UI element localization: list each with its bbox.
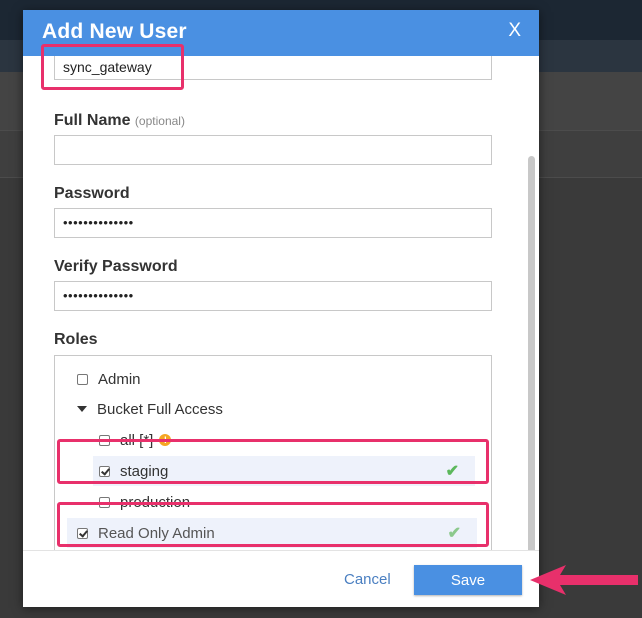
- check-icon: ✔: [445, 463, 459, 480]
- role-label: production: [120, 493, 191, 511]
- dialog-scrollbar[interactable]: [525, 106, 537, 550]
- full-name-label: Full Name (optional): [54, 112, 185, 129]
- role-label: Read Only Admin: [98, 524, 215, 542]
- dialog-footer: Cancel Save: [23, 550, 539, 607]
- add-user-dialog: Add New User X sync_gateway Full Name (o…: [23, 10, 539, 607]
- role-label: Admin: [98, 370, 141, 388]
- scrollbar-thumb[interactable]: [528, 156, 535, 550]
- checkbox-checked-icon[interactable]: [99, 465, 110, 477]
- roles-list: Admin Bucket Full Access all [*] ! stagi…: [54, 355, 492, 550]
- dialog-body: sync_gateway Full Name (optional) Passwo…: [23, 56, 539, 550]
- cancel-button[interactable]: Cancel: [344, 571, 391, 588]
- username-field[interactable]: sync_gateway: [54, 56, 492, 80]
- checkbox-icon[interactable]: [77, 373, 88, 385]
- check-icon: ✔: [447, 525, 461, 542]
- role-group-label: Bucket Full Access: [97, 400, 223, 418]
- dialog-header: Add New User X: [23, 10, 539, 56]
- save-button[interactable]: Save: [414, 565, 522, 595]
- password-label: Password: [54, 185, 130, 202]
- annotation-arrow-icon: [530, 565, 638, 595]
- role-bucket-production[interactable]: production: [99, 487, 190, 517]
- checkbox-icon[interactable]: [99, 496, 110, 508]
- role-bucket-staging[interactable]: staging ✔: [93, 456, 475, 486]
- checkbox-icon[interactable]: [99, 434, 110, 446]
- role-group-bucket-full-access[interactable]: Bucket Full Access: [77, 394, 223, 424]
- caret-down-icon[interactable]: [77, 406, 87, 412]
- role-read-only-admin[interactable]: Read Only Admin ✔: [67, 518, 477, 548]
- role-bucket-all[interactable]: all [*] !: [99, 425, 172, 455]
- role-admin[interactable]: Admin: [77, 364, 141, 394]
- verify-password-field[interactable]: ••••••••••••••: [54, 281, 492, 311]
- warning-icon: !: [159, 434, 172, 446]
- role-label: all [*]: [120, 431, 154, 449]
- dialog-title: Add New User: [42, 20, 187, 43]
- password-field[interactable]: ••••••••••••••: [54, 208, 492, 238]
- full-name-field[interactable]: [54, 135, 492, 165]
- close-icon[interactable]: X: [508, 20, 521, 42]
- roles-label: Roles: [54, 331, 98, 348]
- role-label: staging: [120, 462, 169, 480]
- verify-password-label: Verify Password: [54, 258, 178, 275]
- checkbox-checked-icon[interactable]: [77, 527, 88, 539]
